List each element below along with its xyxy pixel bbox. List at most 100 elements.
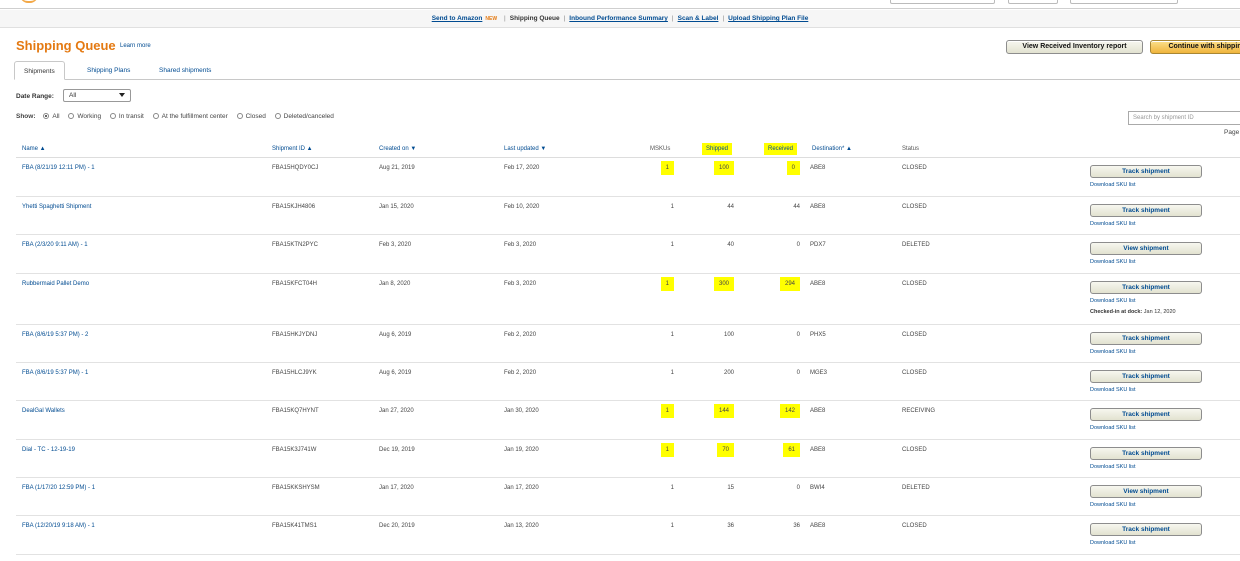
shipped-highlight: Shipped xyxy=(702,143,733,155)
shipment-name-link[interactable]: Yhetti Spaghetti Shipment xyxy=(22,204,91,210)
shipment-id: FBA15K41TMS1 xyxy=(272,523,318,529)
shipped-count: 40 xyxy=(710,242,734,248)
download-sku-list-link[interactable]: Download SKU list xyxy=(1090,349,1136,355)
status-text: DELETED xyxy=(902,485,930,491)
send-to-amazon-link[interactable]: Send to Amazon xyxy=(432,15,483,22)
received-count: 61 xyxy=(776,443,800,457)
download-sku-list-link[interactable]: Download SKU list xyxy=(1090,298,1136,304)
radio-icon xyxy=(68,113,75,119)
col-mskus-header: MSKUs xyxy=(650,146,671,152)
shipment-name-link[interactable]: Rubbermaid Pallet Demo xyxy=(22,281,89,287)
separator: | xyxy=(671,15,674,22)
col-destination-header[interactable]: Destination* ▲ xyxy=(812,146,852,152)
view-shipment-button[interactable]: View shipment xyxy=(1090,242,1202,255)
shipment-name-link[interactable]: FBA (8/6/19 5:37 PM) - 1 xyxy=(22,370,88,376)
track-shipment-button[interactable]: Track shipment xyxy=(1090,281,1202,294)
seller-central-logo[interactable] xyxy=(14,0,114,5)
track-shipment-button[interactable]: Track shipment xyxy=(1090,408,1202,421)
download-sku-list-link[interactable]: Download SKU list xyxy=(1090,464,1136,470)
upload-shipping-plan-link[interactable]: Upload Shipping Plan File xyxy=(728,15,808,22)
download-sku-list-link[interactable]: Download SKU list xyxy=(1090,387,1136,393)
created-date: Aug 6, 2019 xyxy=(379,332,412,338)
radio-selected-icon xyxy=(43,113,50,119)
shipment-name-link[interactable]: FBA (1/17/20 12:59 PM) - 1 xyxy=(22,485,95,491)
date-range-label: Date Range: xyxy=(16,93,54,100)
tab-shipping-plans[interactable]: Shipping Plans xyxy=(78,61,139,80)
shipment-name-link[interactable]: FBA (2/3/20 9:11 AM) - 1 xyxy=(22,242,88,248)
date-range-select[interactable]: All xyxy=(63,89,131,102)
mskus-count-value: 1 xyxy=(670,485,674,491)
top-search-input[interactable] xyxy=(1070,0,1178,4)
scan-label-link[interactable]: Scan & Label xyxy=(678,15,719,22)
inbound-performance-link[interactable]: Inbound Performance Summary xyxy=(569,15,668,22)
shipment-id: FBA15HKJYDNJ xyxy=(272,332,318,338)
track-shipment-button[interactable]: Track shipment xyxy=(1090,165,1202,178)
mskus-count-value: 1 xyxy=(670,370,674,376)
download-sku-list-link[interactable]: Download SKU list xyxy=(1090,425,1136,431)
shipment-name-link[interactable]: DealGal Wallets xyxy=(22,408,65,414)
shipment-name-link[interactable]: FBA (12/20/19 9:18 AM) - 1 xyxy=(22,523,95,529)
mskus-count-value: 1 xyxy=(660,277,674,291)
download-sku-list-link[interactable]: Download SKU list xyxy=(1090,182,1136,188)
view-shipment-button[interactable]: View shipment xyxy=(1090,485,1202,498)
mskus-count-value: 1 xyxy=(660,443,674,457)
col-shipment-id-header[interactable]: Shipment ID ▲ xyxy=(272,146,313,152)
track-shipment-button[interactable]: Track shipment xyxy=(1090,370,1202,383)
filter-at-fulfillment-center[interactable]: At the fulfillment center xyxy=(152,113,228,120)
col-shipped-header[interactable]: Shipped xyxy=(702,143,733,155)
shipment-name-link[interactable]: FBA (8/21/19 12:11 PM) - 1 xyxy=(22,165,95,171)
download-sku-list-link[interactable]: Download SKU list xyxy=(1090,540,1136,546)
received-count: 142 xyxy=(776,404,800,418)
top-search-box[interactable] xyxy=(890,0,995,4)
filter-working[interactable]: Working xyxy=(68,113,101,120)
col-received-header[interactable]: Received xyxy=(764,143,798,155)
status-text: CLOSED xyxy=(902,370,927,376)
col-updated-header[interactable]: Last updated ▼ xyxy=(504,146,546,152)
track-shipment-button[interactable]: Track shipment xyxy=(1090,447,1202,460)
table-row: Dial - TC - 12-19-19 FBA15K3J741W Dec 19, … xyxy=(16,440,1240,478)
track-shipment-button[interactable]: Track shipment xyxy=(1090,332,1202,345)
shipped-count: 44 xyxy=(710,204,734,210)
destination-code: ABE8 xyxy=(810,281,826,287)
mskus-count-value: 1 xyxy=(670,332,674,338)
shipment-search-input[interactable]: Search by shipment ID xyxy=(1128,111,1240,125)
table-row: Yhetti Spaghetti Shipment FBA15KJH4806 Jan… xyxy=(16,197,1240,235)
status-filter: Show: All Working In transit At the fulf… xyxy=(16,113,341,120)
created-date: Jan 27, 2020 xyxy=(379,408,414,414)
view-received-inventory-button[interactable]: View Received Inventory report xyxy=(1006,40,1143,54)
shipping-queue-link[interactable]: Shipping Queue xyxy=(510,15,560,22)
shipped-count-value: 100 xyxy=(723,332,734,338)
filter-all[interactable]: All xyxy=(43,113,60,120)
col-name-header[interactable]: Name ▲ xyxy=(22,146,46,152)
mskus-count-value: 1 xyxy=(670,523,674,529)
filter-in-transit[interactable]: In transit xyxy=(109,113,144,120)
new-badge: NEW xyxy=(485,16,498,22)
table-row: DealGal Wallets FBA15KQ7HYNT Jan 27, 2020 J… xyxy=(16,401,1240,440)
separator: | xyxy=(563,15,566,22)
track-shipment-button[interactable]: Track shipment xyxy=(1090,204,1202,217)
filter-closed[interactable]: Closed xyxy=(236,113,266,120)
page-label: Page xyxy=(1224,129,1240,136)
shipped-count: 36 xyxy=(710,523,734,529)
top-dropdown[interactable] xyxy=(1008,0,1058,4)
track-shipment-button[interactable]: Track shipment xyxy=(1090,523,1202,536)
tab-shared-shipments[interactable]: Shared shipments xyxy=(150,61,220,80)
filter-deleted-canceled[interactable]: Deleted/canceled xyxy=(274,113,334,120)
updated-date: Jan 17, 2020 xyxy=(504,485,539,491)
date-range-value: All xyxy=(69,92,77,99)
updated-date: Jan 30, 2020 xyxy=(504,408,539,414)
shipment-name-link[interactable]: Dial - TC - 12-19-19 xyxy=(22,447,75,453)
show-label: Show: xyxy=(16,113,36,120)
mskus-count: 1 xyxy=(656,443,674,457)
download-sku-list-link[interactable]: Download SKU list xyxy=(1090,502,1136,508)
download-sku-list-link[interactable]: Download SKU list xyxy=(1090,259,1136,265)
shipped-count-value: 200 xyxy=(723,370,734,376)
continue-with-shipping-button[interactable]: Continue with shippin xyxy=(1150,40,1240,54)
download-sku-list-link[interactable]: Download SKU list xyxy=(1090,221,1136,227)
tab-shipments[interactable]: Shipments xyxy=(14,61,65,80)
learn-more-link[interactable]: Learn more xyxy=(120,43,151,49)
shipment-id: FBA15KKSHYSM xyxy=(272,485,320,491)
shipped-count-value: 300 xyxy=(713,277,734,291)
shipment-name-link[interactable]: FBA (8/6/19 5:37 PM) - 2 xyxy=(22,332,88,338)
col-created-header[interactable]: Created on ▼ xyxy=(379,146,416,152)
